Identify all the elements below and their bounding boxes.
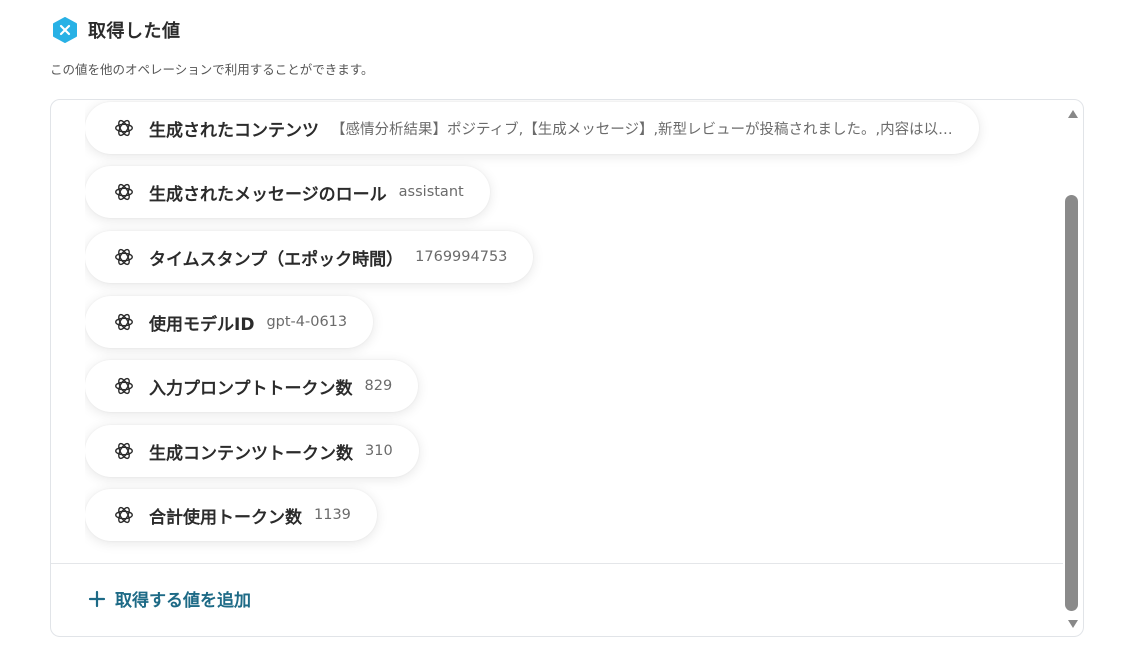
value-item-label: 生成されたメッセージのロール <box>149 184 387 205</box>
value-item-value: 1139 <box>314 507 351 523</box>
scroll-down-arrow-icon[interactable] <box>1068 620 1078 628</box>
value-item-value: gpt-4-0613 <box>266 314 348 330</box>
scroll-up-arrow-icon[interactable] <box>1068 110 1078 118</box>
scrollbar-thumb[interactable] <box>1065 195 1078 611</box>
header: 取得した値 <box>52 17 181 43</box>
value-item-label: 生成されたコンテンツ <box>149 120 319 141</box>
plus-icon <box>88 590 106 607</box>
value-item-label: 使用モデルID <box>149 314 255 335</box>
openai-icon <box>115 313 133 331</box>
variable-x-icon <box>52 17 78 43</box>
page-subtitle: この値を他のオペレーションで利用することができます。 <box>50 62 374 77</box>
value-item-value: 【感情分析結果】ポジティブ,【生成メッセージ】,新型レビューが投稿されました。,… <box>331 121 953 138</box>
add-value-label: 取得する値を追加 <box>115 591 251 611</box>
value-item-value: 310 <box>365 443 393 459</box>
value-item-label: タイムスタンプ（エポック時間） <box>149 249 404 270</box>
scrollbar[interactable] <box>1063 100 1083 636</box>
value-item-label: 生成コンテンツトークン数 <box>149 443 353 464</box>
openai-icon <box>115 442 133 460</box>
openai-icon <box>115 506 133 524</box>
divider <box>51 563 1063 564</box>
add-value-button[interactable]: 取得する値を追加 <box>87 586 251 611</box>
value-item-generated-content[interactable]: 生成されたコンテンツ 【感情分析結果】ポジティブ,【生成メッセージ】,新型レビュ… <box>85 102 979 154</box>
value-item-timestamp[interactable]: タイムスタンプ（エポック時間） 1769994753 <box>85 231 534 283</box>
value-item-label: 入力プロンプトトークン数 <box>149 378 353 399</box>
openai-icon <box>115 377 133 395</box>
values-list: 生成されたコンテンツ 【感情分析結果】ポジティブ,【生成メッセージ】,新型レビュ… <box>85 100 1053 562</box>
value-item-total-tokens[interactable]: 合計使用トークン数 1139 <box>85 489 377 541</box>
value-item-value: assistant <box>398 184 464 200</box>
value-item-value: 829 <box>364 378 393 394</box>
openai-icon <box>115 183 133 201</box>
value-item-label: 合計使用トークン数 <box>149 507 302 528</box>
value-item-message-role[interactable]: 生成されたメッセージのロール assistant <box>85 166 490 218</box>
page: 取得した値 この値を他のオペレーションで利用することができます。 生成されたコン… <box>0 0 1144 654</box>
values-panel: 生成されたコンテンツ 【感情分析結果】ポジティブ,【生成メッセージ】,新型レビュ… <box>50 99 1084 637</box>
value-item-completion-tokens[interactable]: 生成コンテンツトークン数 310 <box>85 425 419 477</box>
openai-icon <box>115 119 133 137</box>
page-title: 取得した値 <box>88 21 181 42</box>
value-item-value: 1769994753 <box>415 249 508 265</box>
openai-icon <box>115 248 133 266</box>
value-item-model-id[interactable]: 使用モデルID gpt-4-0613 <box>85 296 374 348</box>
value-item-prompt-tokens[interactable]: 入力プロンプトトークン数 829 <box>85 360 419 412</box>
